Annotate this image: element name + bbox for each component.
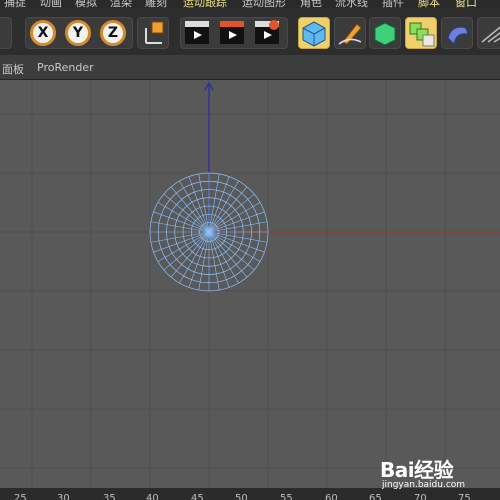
- clapper-render-icon: [220, 21, 244, 44]
- clapper-settings-icon: [255, 20, 279, 44]
- ruler-tick: 65: [369, 493, 382, 500]
- menu-bar: 捕捉 动画 模拟 渲染 雕刻 运动跟踪 运动图形 角色 流水线 插件 脚本 窗口: [0, 0, 500, 8]
- y-axis-lock-button[interactable]: Y: [65, 20, 91, 46]
- cut-off-tool-button[interactable]: [0, 17, 12, 49]
- pen-icon: [338, 23, 362, 45]
- menu-item-snap[interactable]: 捕捉: [4, 0, 26, 8]
- pen-button[interactable]: [334, 17, 366, 49]
- environment-button[interactable]: [477, 17, 500, 49]
- nurbs-icon: [374, 22, 396, 46]
- cloner-icon: [409, 22, 435, 47]
- menu-item-simulate[interactable]: 模拟: [75, 0, 97, 8]
- watermark-logo: Bai经验: [380, 458, 454, 482]
- render-picture-viewer-button[interactable]: [217, 17, 249, 49]
- ruler-tick: 30: [57, 493, 70, 500]
- floor-icon: [481, 26, 500, 43]
- menu-item-plugins[interactable]: 插件: [382, 0, 404, 8]
- ruler-tick: 35: [103, 493, 116, 500]
- z-axis-lock-button[interactable]: Z: [100, 20, 126, 46]
- menu-item-animate[interactable]: 动画: [40, 0, 62, 8]
- bend-icon: [447, 26, 469, 46]
- menu-item-character[interactable]: 角色: [300, 0, 322, 8]
- ruler-tick: 75: [458, 493, 471, 500]
- ruler-tick: 50: [235, 493, 248, 500]
- ruler-tick: 70: [414, 493, 427, 500]
- coordinate-system-button[interactable]: [137, 17, 169, 49]
- x-axis-lock-button[interactable]: X: [30, 20, 56, 46]
- watermark-url: jingyan.baidu.com: [382, 480, 466, 490]
- ruler-tick: 60: [325, 493, 338, 500]
- ruler-tick: 25: [14, 493, 27, 500]
- clapper-icon: [185, 21, 209, 44]
- 3d-viewport[interactable]: [0, 80, 500, 488]
- menu-item-render[interactable]: 渲染: [110, 0, 132, 8]
- cube-icon: [302, 21, 326, 47]
- render-settings-button[interactable]: [252, 17, 284, 49]
- menu-item-mograph[interactable]: 运动图形: [242, 0, 286, 8]
- menu-item-sculpt[interactable]: 雕刻: [145, 0, 167, 8]
- menu-item-window[interactable]: 窗口: [455, 0, 477, 8]
- viewport-canvas[interactable]: [0, 80, 500, 488]
- deformer-button[interactable]: [441, 17, 473, 49]
- viewport-background: [0, 80, 500, 488]
- coordinate-system-icon: [145, 21, 164, 44]
- main-toolbar: X Y Z: [0, 8, 500, 55]
- ruler-tick: 55: [280, 493, 293, 500]
- viewport-panel-header: 面板 ProRender: [0, 55, 500, 80]
- ruler-tick: 40: [146, 493, 159, 500]
- panel-menu[interactable]: 面板: [2, 61, 24, 77]
- mograph-cloner-button[interactable]: [405, 17, 437, 49]
- menu-item-script[interactable]: 脚本: [418, 0, 440, 8]
- baidu-jingyan-watermark: Bai经验 jingyan.baidu.com: [380, 452, 496, 492]
- ruler-tick: 45: [191, 493, 204, 500]
- render-view-button[interactable]: [182, 17, 214, 49]
- menu-item-motion-tracking[interactable]: 运动跟踪: [183, 0, 227, 8]
- cube-button[interactable]: [298, 17, 330, 49]
- menu-item-pipeline[interactable]: 流水线: [335, 0, 368, 8]
- nurbs-button[interactable]: [369, 17, 401, 49]
- prorender-menu[interactable]: ProRender: [37, 61, 94, 74]
